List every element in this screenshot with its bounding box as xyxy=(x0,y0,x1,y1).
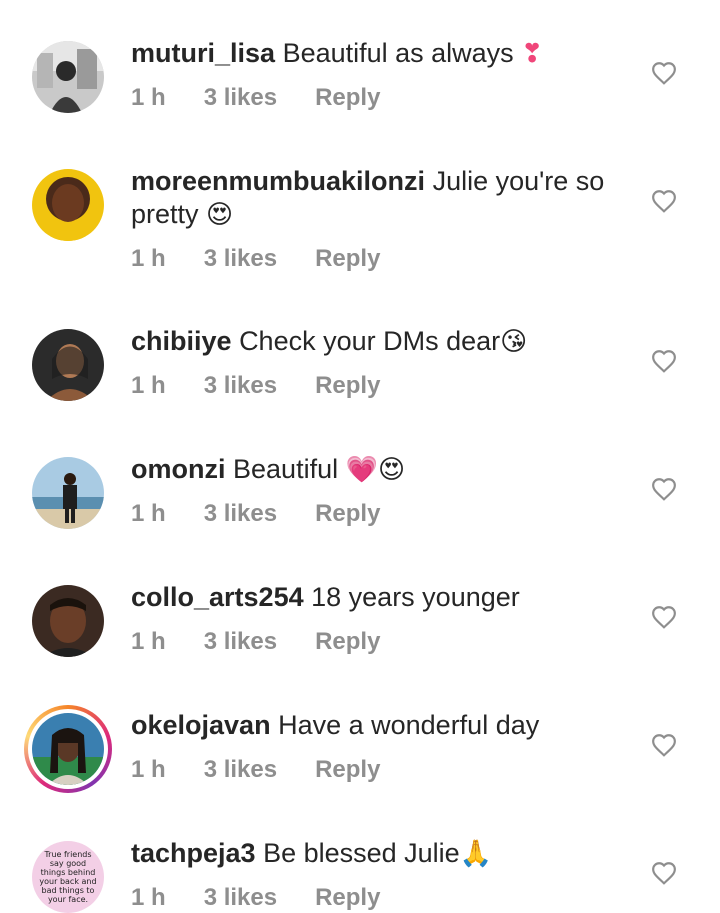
comment-meta: 1 h 3 likes Reply xyxy=(131,84,418,112)
reply-button[interactable]: Reply xyxy=(315,628,380,656)
comment-body: Beautiful as always xyxy=(282,38,514,68)
comment-time: 1 h xyxy=(131,500,166,527)
comment-username[interactable]: tachpeja3 xyxy=(131,838,256,868)
like-heart-icon[interactable] xyxy=(651,733,677,757)
comment-likes[interactable]: 3 likes xyxy=(204,372,277,400)
pink-heart-emoji: 💗 xyxy=(345,455,378,485)
comment-likes[interactable]: 3 likes xyxy=(204,884,277,912)
avatar-ring-gap xyxy=(28,709,108,789)
comment-text: collo_arts254 18 years younger xyxy=(131,581,631,614)
reply-button[interactable]: Reply xyxy=(315,884,380,912)
comment-likes[interactable]: 3 likes xyxy=(204,628,277,656)
comment-text: omonzi Beautiful 💗😍 xyxy=(131,453,631,487)
comment-likes[interactable]: 3 likes xyxy=(204,84,277,112)
comment-username[interactable]: collo_arts254 xyxy=(131,582,304,612)
comment-body: Check your DMs dear xyxy=(239,326,501,356)
avatar[interactable] xyxy=(32,457,104,529)
like-heart-icon[interactable] xyxy=(651,61,677,85)
kiss-emoji: 😘 xyxy=(500,327,528,357)
comment-text: chibiiye Check your DMs dear😘 xyxy=(131,325,631,359)
comment-text: muturi_lisa Beautiful as always ❣ xyxy=(131,37,631,71)
comment-body: 18 years younger xyxy=(311,582,520,612)
comment-time: 1 h xyxy=(131,628,166,655)
comment-body-continued: pretty xyxy=(131,199,199,229)
comment-likes[interactable]: 3 likes xyxy=(204,500,277,528)
comment-username[interactable]: muturi_lisa xyxy=(131,38,275,68)
avatar-quote-text: True friends say good things behind your… xyxy=(39,850,97,904)
reply-button[interactable]: Reply xyxy=(315,245,380,273)
comment-body: Beautiful xyxy=(233,454,339,484)
comment-body: Have a wonderful day xyxy=(278,710,540,740)
reply-button[interactable]: Reply xyxy=(315,372,380,400)
like-heart-icon[interactable] xyxy=(651,477,677,501)
avatar[interactable] xyxy=(32,41,104,113)
avatar[interactable] xyxy=(32,169,104,241)
comment-time: 1 h xyxy=(131,756,166,783)
comment-text: okelojavan Have a wonderful day xyxy=(131,709,631,742)
reply-button[interactable]: Reply xyxy=(315,756,380,784)
avatar xyxy=(32,713,104,785)
comment-username[interactable]: moreenmumbuakilonzi xyxy=(131,166,425,196)
comment-username[interactable]: okelojavan xyxy=(131,710,271,740)
comment-likes[interactable]: 3 likes xyxy=(204,245,277,273)
praying-hands-emoji: 🙏 xyxy=(459,839,493,869)
comment-time: 1 h xyxy=(131,372,166,399)
comment-body: Be blessed Julie xyxy=(263,838,460,868)
comment-text: moreenmumbuakilonzi Julie you're so pret… xyxy=(131,165,631,232)
comment-meta: 1 h 3 likes Reply xyxy=(131,500,418,528)
reply-button[interactable]: Reply xyxy=(315,84,380,112)
heart-eyes-emoji: 😍 xyxy=(377,455,406,485)
comment-username[interactable]: chibiiye xyxy=(131,326,232,356)
avatar-story-ring[interactable] xyxy=(24,705,112,793)
avatar[interactable] xyxy=(32,585,104,657)
comment-text: tachpeja3 Be blessed Julie🙏 xyxy=(131,837,631,871)
like-heart-icon[interactable] xyxy=(651,605,677,629)
comment-time: 1 h xyxy=(131,84,166,111)
heart-exclamation-emoji: ❣ xyxy=(521,39,543,69)
comment-time: 1 h xyxy=(131,245,166,272)
comment-username[interactable]: omonzi xyxy=(131,454,226,484)
reply-button[interactable]: Reply xyxy=(315,500,380,528)
like-heart-icon[interactable] xyxy=(651,349,677,373)
comment-meta: 1 h 3 likes Reply xyxy=(131,884,418,912)
comment-time: 1 h xyxy=(131,884,166,911)
heart-eyes-emoji: 😍 xyxy=(206,200,234,230)
like-heart-icon[interactable] xyxy=(651,189,677,213)
comment-likes[interactable]: 3 likes xyxy=(204,756,277,784)
comment-meta: 1 h 3 likes Reply xyxy=(131,756,418,784)
avatar[interactable] xyxy=(32,329,104,401)
avatar[interactable]: True friends say good things behind your… xyxy=(32,841,104,913)
comment-meta: 1 h 3 likes Reply xyxy=(131,245,418,273)
comment-body: Julie you're so xyxy=(432,166,605,196)
like-heart-icon[interactable] xyxy=(651,861,677,885)
comment-meta: 1 h 3 likes Reply xyxy=(131,372,418,400)
comment-meta: 1 h 3 likes Reply xyxy=(131,628,418,656)
